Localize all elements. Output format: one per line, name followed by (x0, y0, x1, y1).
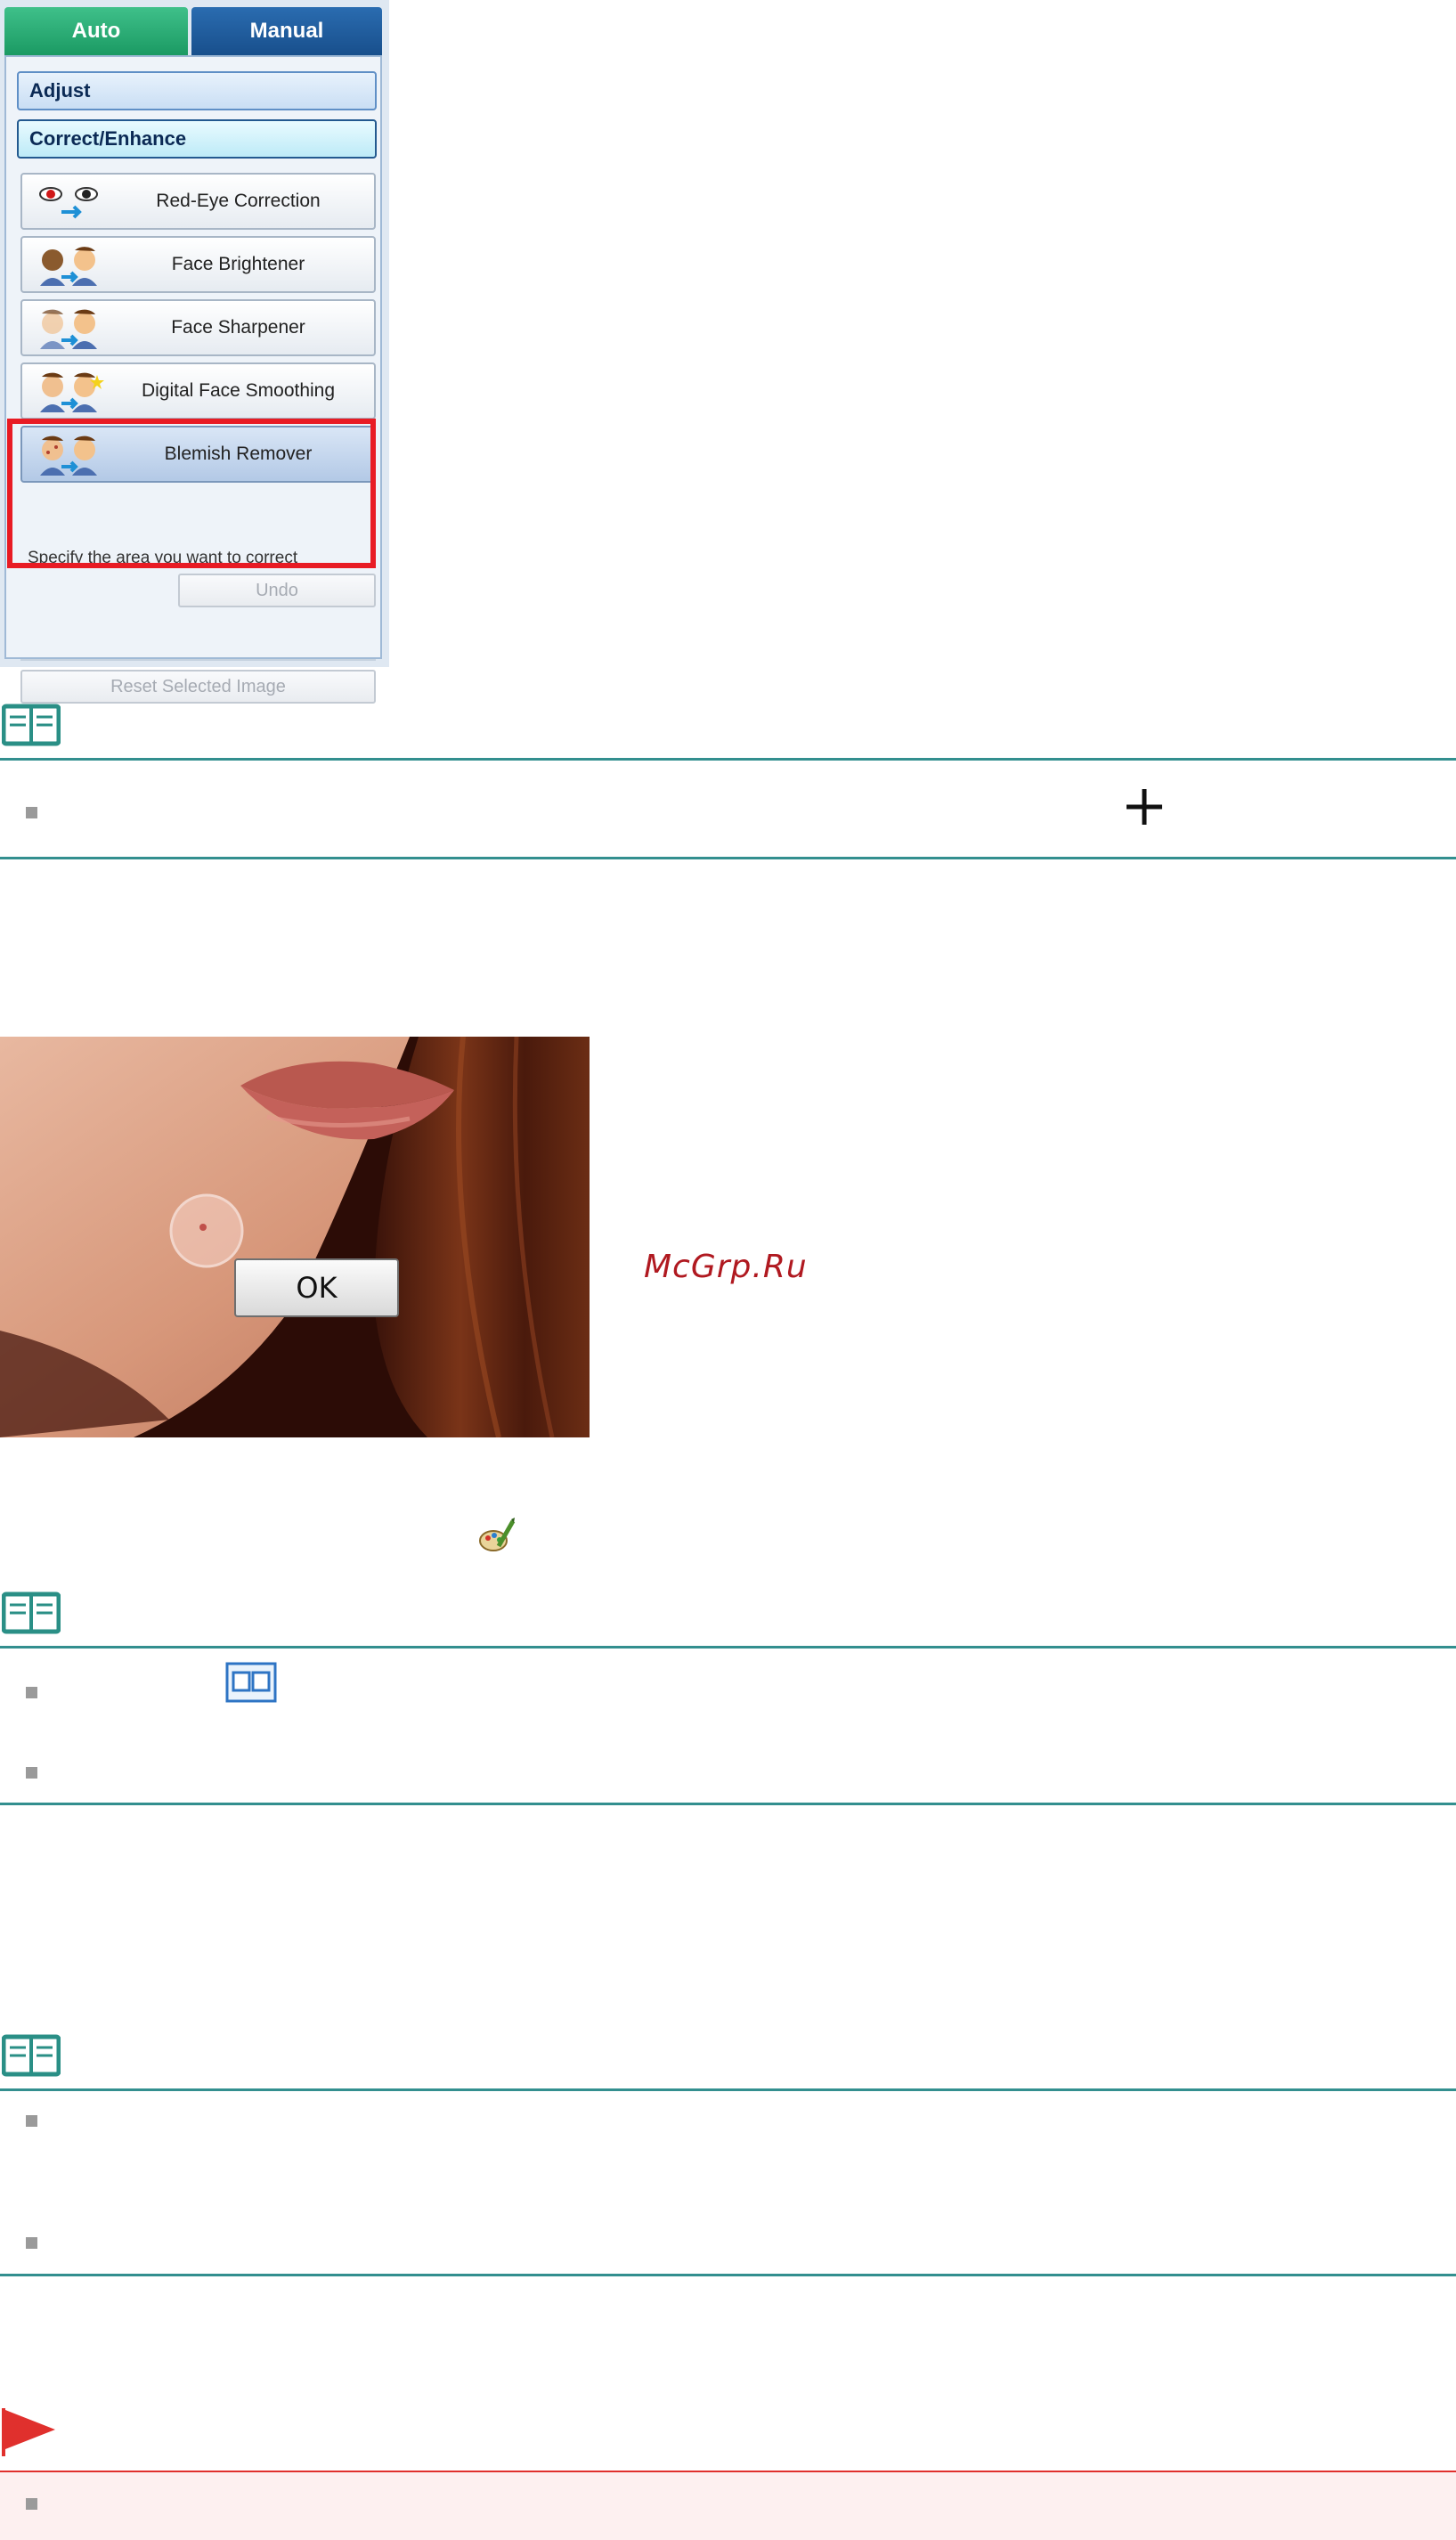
note-book-icon (2, 1592, 61, 1634)
note-rule-bottom (0, 857, 1456, 859)
watermark-text: McGrp.Ru (644, 1249, 808, 1285)
face-sharpener-label: Face Sharpener (171, 317, 305, 338)
digital-face-smoothing-button[interactable]: Digital Face Smoothing (20, 362, 376, 419)
section-adjust[interactable]: Adjust (17, 71, 377, 110)
important-note-area (0, 2472, 1456, 2540)
blemish-preview-photo: OK (0, 1037, 590, 1437)
face-smoothing-icon (40, 372, 104, 412)
note-rule-bottom (0, 2274, 1456, 2276)
palette-brush-icon (479, 1518, 516, 1551)
face-sharpener-button[interactable]: Face Sharpener (20, 299, 376, 356)
digital-face-smoothing-label: Digital Face Smoothing (141, 380, 336, 401)
important-flag-icon (2, 2408, 55, 2456)
list-bullet (26, 1767, 37, 1779)
note-rule-top (0, 2088, 1456, 2091)
note-rule-top (0, 1646, 1456, 1649)
list-bullet (26, 807, 37, 818)
red-eye-correction-button[interactable]: Red-Eye Correction (20, 173, 376, 230)
red-eye-correction-label: Red-Eye Correction (156, 191, 321, 211)
reset-selected-image-button[interactable]: Reset Selected Image (20, 670, 376, 704)
red-eye-icon (39, 187, 98, 219)
edit-panel: Auto Manual Adjust Correct/Enhance Red-E… (0, 0, 389, 704)
note-book-icon (2, 2034, 61, 2077)
ok-button[interactable]: OK (234, 1258, 399, 1317)
note-rule-top (0, 758, 1456, 761)
note-book-icon (2, 704, 61, 746)
panel-divider (20, 659, 376, 661)
compare-view-icon (225, 1662, 277, 1703)
tab-auto[interactable]: Auto (4, 7, 188, 55)
section-correct-enhance[interactable]: Correct/Enhance (17, 119, 377, 159)
list-bullet (26, 2498, 37, 2510)
blemish-remover-highlight (7, 419, 376, 568)
crosshair-cursor-icon (1127, 789, 1162, 825)
face-brightener-button[interactable]: Face Brightener (20, 236, 376, 293)
note-rule-bottom (0, 1803, 1456, 1805)
face-brightener-label: Face Brightener (171, 254, 305, 274)
list-bullet (26, 1687, 37, 1698)
face-sharpener-icon (40, 309, 97, 349)
list-bullet (26, 2115, 37, 2127)
panel-body: Adjust Correct/Enhance Red-Eye Correctio… (4, 55, 382, 704)
face-brightener-icon (40, 247, 97, 286)
undo-button[interactable]: Undo (178, 574, 376, 607)
list-bullet (26, 2237, 37, 2249)
tab-manual[interactable]: Manual (191, 7, 382, 55)
